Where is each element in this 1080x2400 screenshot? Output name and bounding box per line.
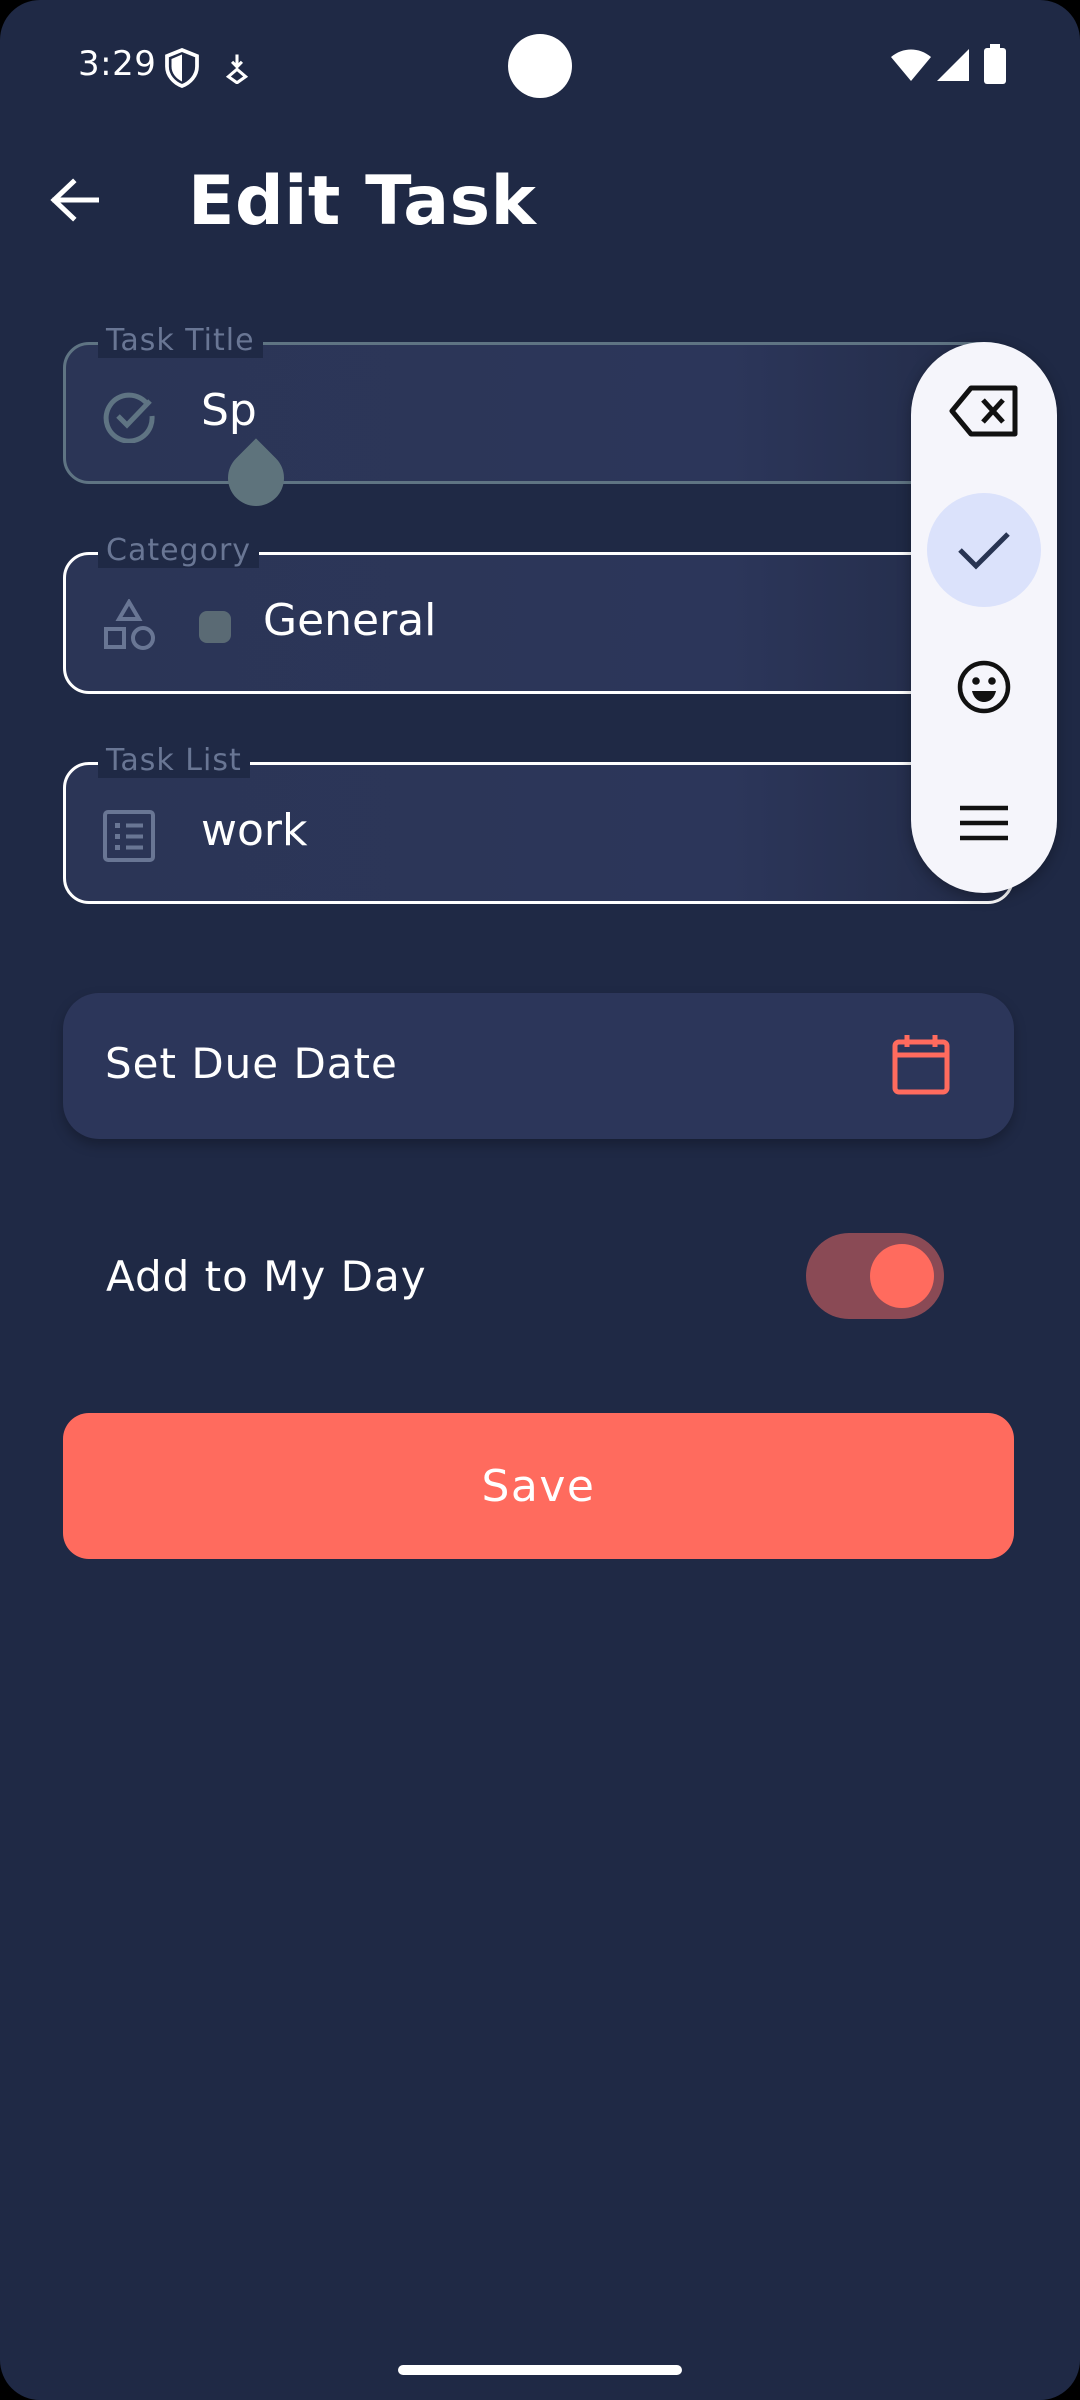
page-title: Edit Task <box>188 162 537 241</box>
done-button[interactable] <box>927 493 1041 607</box>
calendar-icon <box>892 1035 950 1095</box>
edit-task-screen: 3:29 Edit Task Task Title Sp Category Ge… <box>0 0 1080 2400</box>
text-cursor-handle[interactable] <box>216 438 296 518</box>
my-day-label: Add to My Day <box>106 1252 427 1301</box>
shield-icon <box>165 48 199 88</box>
category-field[interactable]: Category General <box>63 533 1014 694</box>
arrow-back-icon <box>50 178 99 222</box>
list-icon <box>103 810 155 862</box>
status-time: 3:29 <box>78 44 157 84</box>
back-button[interactable] <box>44 170 104 230</box>
task-title-label: Task Title <box>98 323 263 358</box>
keyboard-menu-button[interactable] <box>927 766 1041 880</box>
check-circle-icon <box>103 392 155 443</box>
status-bar: 3:29 <box>0 0 1080 130</box>
check-icon <box>958 532 1010 570</box>
my-day-toggle[interactable] <box>806 1233 944 1319</box>
task-list-label: Task List <box>98 743 250 778</box>
set-due-date-button[interactable]: Set Due Date <box>63 993 1014 1139</box>
backspace-icon <box>949 385 1018 437</box>
home-indicator[interactable] <box>398 2365 682 2375</box>
shapes-icon <box>104 599 155 650</box>
due-date-label: Set Due Date <box>105 1039 398 1088</box>
task-title-input[interactable]: Sp <box>201 385 257 436</box>
task-title-field[interactable]: Task Title Sp <box>63 323 1014 518</box>
menu-icon <box>960 805 1008 841</box>
camera-cutout <box>508 34 572 98</box>
toggle-knob <box>870 1244 934 1308</box>
save-button[interactable]: Save <box>63 1413 1014 1559</box>
emoji-icon <box>957 660 1011 714</box>
download-icon <box>225 54 249 84</box>
backspace-button[interactable] <box>927 354 1041 468</box>
keyboard-toolbar <box>911 342 1057 893</box>
wifi-icon <box>891 49 931 81</box>
battery-icon <box>984 44 1006 84</box>
emoji-button[interactable] <box>927 630 1041 744</box>
task-list-field[interactable]: Task List work <box>63 743 1014 904</box>
signal-icon <box>937 49 969 81</box>
task-list-value: work <box>201 805 308 856</box>
category-color-swatch <box>199 611 231 643</box>
category-value: General <box>263 595 437 646</box>
category-label: Category <box>98 533 260 568</box>
